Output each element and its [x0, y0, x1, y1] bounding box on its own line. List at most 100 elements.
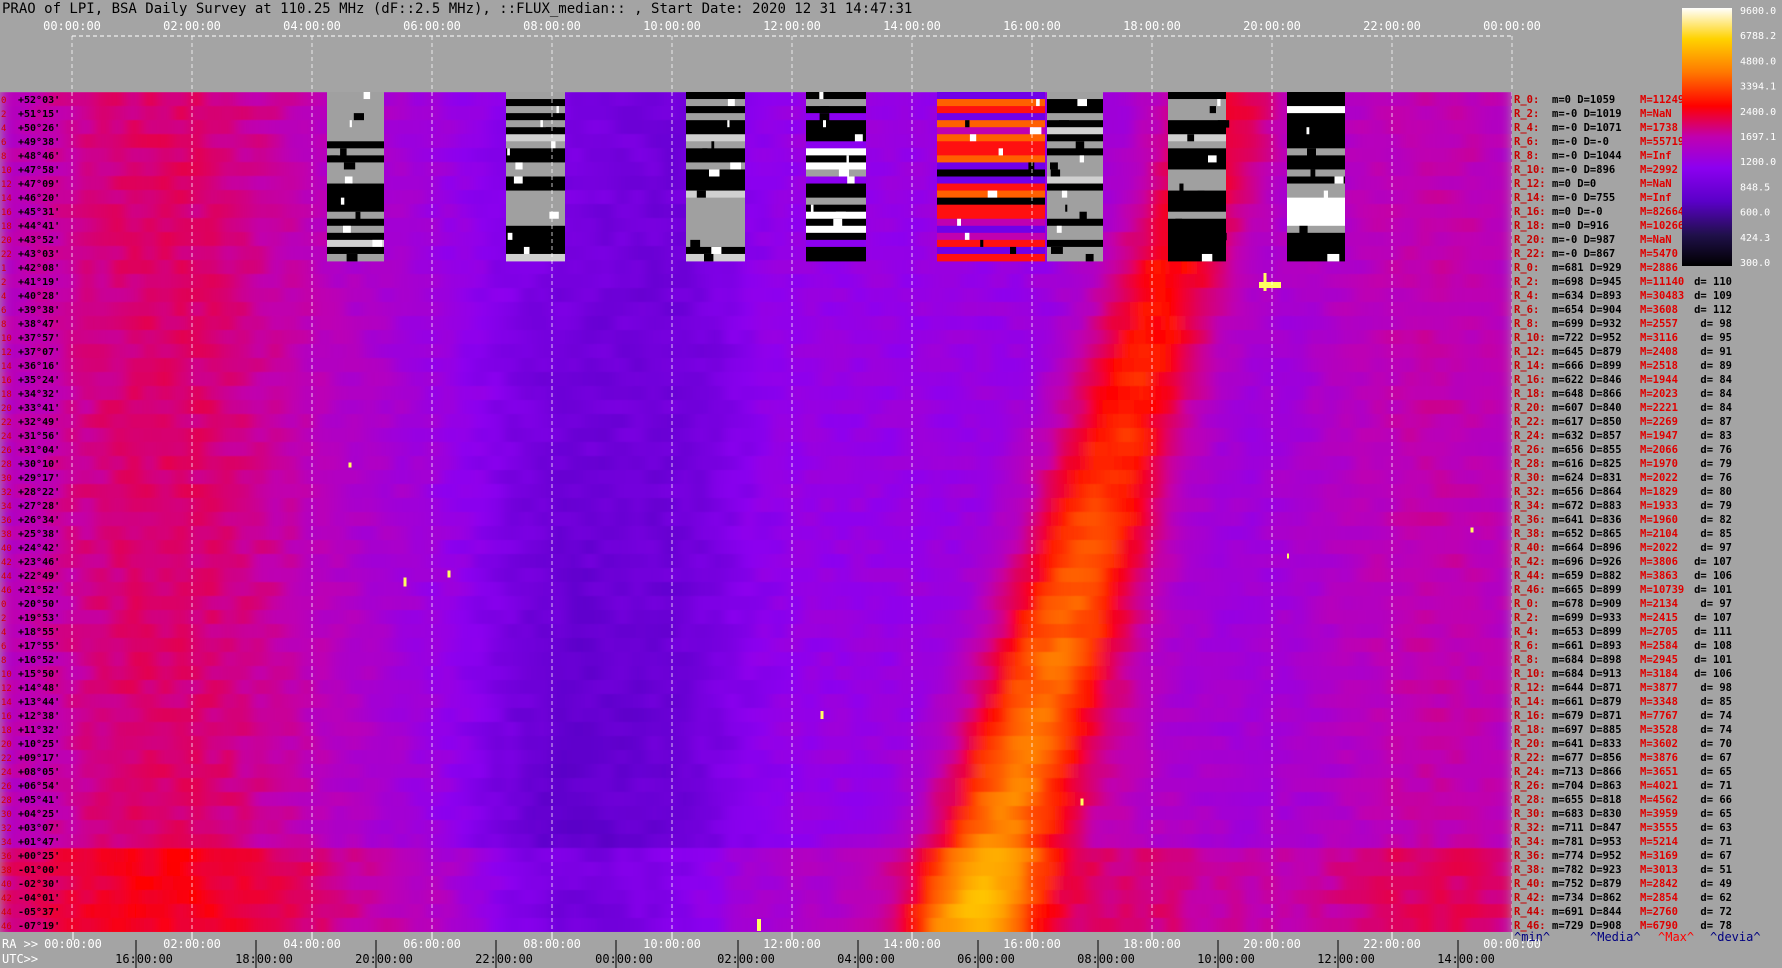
heatmap-cell — [1039, 442, 1056, 457]
heatmap-cell — [913, 204, 930, 219]
heatmap-cell — [236, 162, 253, 177]
heatmap-cell — [441, 414, 458, 429]
heatmap-cell — [126, 666, 143, 681]
heatmap-cell — [866, 316, 883, 331]
heatmap-cell — [1417, 806, 1434, 821]
heatmap-cell — [1039, 764, 1056, 779]
heatmap-cell — [1370, 358, 1387, 373]
heatmap-cell — [819, 386, 836, 401]
heatmap-cell — [787, 92, 804, 107]
heatmap-cell — [1480, 806, 1497, 821]
heatmap-cell — [834, 288, 852, 303]
heatmap-cell — [141, 764, 159, 779]
heatmap-cell — [1401, 148, 1419, 163]
heatmap-cell — [1464, 190, 1482, 205]
heatmap-cell — [677, 372, 694, 387]
heatmap-cell — [267, 722, 285, 737]
heatmap-cell — [1464, 246, 1482, 261]
heatmap-cell — [1275, 610, 1293, 625]
heatmap-cell — [393, 414, 411, 429]
heatmap-cell — [456, 722, 474, 737]
heatmap-cell — [535, 708, 552, 723]
heatmap-cell — [976, 414, 993, 429]
heatmap-cell — [425, 442, 442, 457]
heatmap-cell — [850, 708, 867, 723]
heatmap-cell — [1354, 414, 1371, 429]
heatmap-cell — [283, 540, 300, 555]
heatmap-cell — [236, 624, 253, 639]
heatmap-cell — [771, 498, 789, 513]
heatmap-cell — [819, 400, 836, 415]
heatmap-cell — [204, 344, 222, 359]
heatmap-cell — [976, 498, 993, 513]
heatmap-cell — [866, 568, 883, 583]
heatmap-cell — [771, 540, 789, 555]
heatmap-cell — [1228, 148, 1245, 163]
heatmap-cell — [346, 694, 363, 709]
heatmap-cell — [1449, 750, 1466, 765]
heatmap-cell — [1228, 554, 1245, 569]
heatmap-cell — [204, 456, 222, 471]
heatmap-cell — [409, 596, 426, 611]
heatmap-cell — [110, 554, 127, 569]
heatmap-cell — [78, 764, 96, 779]
heatmap-cell — [850, 330, 867, 345]
heatmap-cell — [157, 232, 174, 247]
heatmap-cell — [645, 148, 663, 163]
heatmap-cell — [1118, 596, 1135, 611]
heatmap-cell — [126, 792, 143, 807]
heatmap-cell — [157, 680, 174, 695]
heatmap-cell — [1055, 736, 1072, 751]
heatmap-cell — [756, 610, 773, 625]
heatmap-cell — [1354, 372, 1371, 387]
heatmap-cell — [756, 526, 773, 541]
heatmap-cell — [173, 624, 190, 639]
heatmap-cell — [724, 260, 741, 275]
heatmap-cell — [204, 134, 222, 149]
heatmap-cell — [1118, 484, 1135, 499]
heatmap-cell — [1197, 624, 1214, 639]
heatmap-cell — [504, 582, 521, 597]
heatmap-cell — [677, 680, 694, 695]
heatmap-cell — [1291, 750, 1308, 765]
heatmap-cell — [598, 666, 615, 681]
heatmap-cell — [425, 414, 442, 429]
heatmap-cell — [1102, 344, 1119, 359]
heatmap-cell — [94, 148, 111, 163]
heatmap-cell — [141, 484, 159, 499]
heatmap-cell — [393, 386, 411, 401]
heatmap-cell — [110, 120, 127, 135]
heatmap-cell — [220, 736, 237, 751]
heatmap-cell — [189, 806, 206, 821]
heatmap-cell — [1338, 344, 1356, 359]
heatmap-cell — [598, 246, 615, 261]
heatmap-cell — [1118, 498, 1135, 513]
heatmap-cell — [1102, 414, 1119, 429]
heatmap-cell — [425, 302, 442, 317]
heatmap-cell — [1464, 400, 1482, 415]
heatmap-cell — [1244, 400, 1261, 415]
heatmap-cell — [1401, 484, 1419, 499]
heatmap-cell — [393, 358, 411, 373]
heatmap-cell — [1354, 708, 1371, 723]
heatmap-cell — [110, 750, 127, 765]
heatmap-cell — [1480, 316, 1497, 331]
heatmap-cell — [771, 106, 789, 121]
heatmap-cell — [866, 400, 883, 415]
heatmap-cell — [1275, 386, 1293, 401]
heatmap-cell — [1260, 148, 1277, 163]
heatmap-cell — [1401, 330, 1419, 345]
heatmap-cell — [1086, 778, 1104, 793]
heatmap-cell — [1228, 330, 1245, 345]
heatmap-cell — [850, 666, 867, 681]
heatmap-cell — [1480, 554, 1497, 569]
heatmap-cell — [929, 652, 946, 667]
heatmap-cell — [1228, 386, 1245, 401]
heatmap-cell — [315, 652, 332, 667]
heatmap-cell — [1464, 792, 1482, 807]
heatmap-cell — [1433, 624, 1450, 639]
heatmap-cell — [756, 582, 773, 597]
heatmap-cell — [661, 708, 678, 723]
heatmap-cell — [1401, 764, 1419, 779]
heatmap-cell — [614, 512, 631, 527]
